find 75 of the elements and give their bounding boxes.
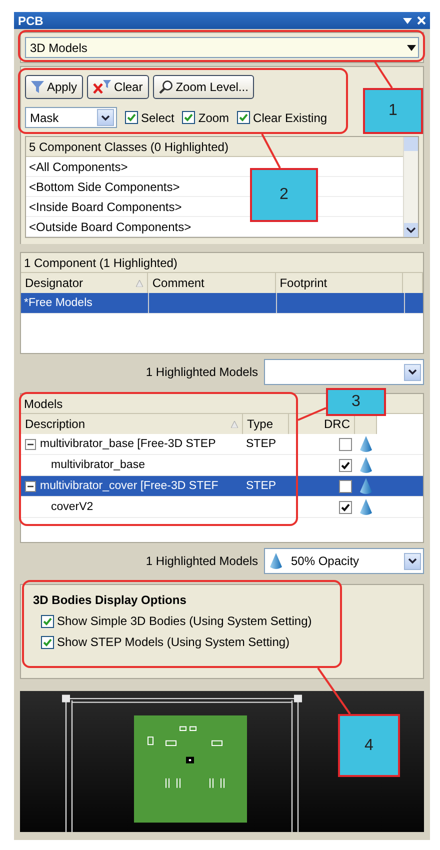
checkbox[interactable]	[41, 636, 54, 648]
close-icon[interactable]	[417, 16, 426, 25]
dropdown-button[interactable]	[404, 552, 421, 570]
mode-dropdown[interactable]: 3D Models	[25, 37, 419, 58]
column-header[interactable]: Footprint	[276, 273, 404, 293]
table-title: 1 Component (1 Highlighted)	[21, 253, 423, 273]
checkbox-label: Show Simple 3D Bodies (Using System Setting)	[57, 614, 312, 628]
dropdown-arrow-icon[interactable]	[403, 18, 412, 24]
table-cell: *Free Models	[21, 293, 149, 313]
leader-line	[316, 666, 352, 716]
cone-icon	[269, 552, 283, 570]
toolbar-button[interactable]: Apply	[25, 75, 84, 99]
model-description: coverV2	[51, 501, 94, 513]
column-header[interactable]: Comment	[148, 273, 276, 293]
model-type: STEP	[246, 480, 276, 492]
collapse-icon[interactable]	[25, 480, 36, 492]
dropdown-button[interactable]	[404, 364, 421, 380]
highlight-mode-dropdown[interactable]: 50% Opacity	[264, 548, 424, 574]
column-header[interactable]: Type	[243, 414, 289, 434]
column-header[interactable]: Description	[21, 414, 243, 434]
mask-dropdown[interactable]: Mask	[25, 107, 117, 128]
checkbox[interactable]	[182, 111, 196, 124]
checkbox[interactable]	[339, 458, 352, 472]
checkbox[interactable]	[339, 500, 352, 514]
model-description: multivibrator_cover [Free-3D STEF	[40, 480, 218, 492]
checkbox[interactable]	[339, 438, 352, 450]
tree-row[interactable]: multivibrator_cover [Free-3D STEF STEP	[21, 476, 423, 497]
cone-icon	[359, 498, 373, 516]
toolbar-button[interactable]: Zoom Level...	[152, 75, 254, 99]
highlighted-models-label: 1 Highlighted Models	[146, 554, 258, 568]
tree-row[interactable]: coverV2	[21, 497, 423, 518]
leader-line	[260, 132, 282, 170]
checkbox[interactable]	[237, 111, 250, 124]
cone-icon	[359, 478, 373, 494]
table-row[interactable]: *Free Models	[21, 293, 423, 314]
column-header[interactable]: Designator	[21, 273, 148, 293]
model-type: STEP	[246, 438, 276, 450]
panel-title: PCB	[18, 14, 44, 28]
callout-label: 2	[250, 168, 318, 222]
callout-label: 4	[338, 714, 400, 777]
chevron-down-icon	[408, 558, 417, 564]
collapse-icon[interactable]	[25, 438, 36, 450]
sort-icon	[136, 280, 144, 286]
magnifier-icon	[158, 80, 173, 94]
tree-row[interactable]: multivibrator_base [Free-3D STEP STEP	[21, 434, 423, 455]
clear-filter-icon	[93, 80, 112, 94]
checkbox[interactable]	[41, 614, 54, 628]
model-description: multivibrator_base	[51, 459, 145, 471]
checkbox-label: Select	[141, 110, 174, 124]
checkbox[interactable]	[125, 111, 138, 124]
filter-icon	[31, 81, 44, 93]
cone-icon	[359, 436, 373, 452]
checkbox-label: Zoom	[198, 110, 230, 124]
options-title: 3D Bodies Display Options	[33, 593, 188, 607]
chevron-down-icon	[408, 369, 417, 375]
column-header[interactable]: DRC	[289, 414, 355, 434]
chevron-down-icon	[101, 114, 110, 120]
highlighted-models-label: 1 Highlighted Models	[146, 365, 258, 379]
leader-line	[373, 60, 394, 90]
cone-icon	[359, 456, 373, 474]
dropdown-arrow-icon	[407, 44, 416, 50]
callout-label: 1	[363, 88, 423, 134]
table-title: Models	[24, 396, 63, 410]
checkbox-label: Clear Existing	[253, 110, 328, 124]
scrollbar[interactable]	[403, 137, 418, 237]
toolbar-button[interactable]: Clear	[87, 75, 149, 99]
model-description: multivibrator_base [Free-3D STEP	[40, 438, 216, 450]
sort-icon	[231, 420, 238, 428]
list-header: 5 Component Classes (0 Highlighted)	[26, 137, 403, 157]
dropdown-button[interactable]	[97, 109, 114, 126]
scroll-down-icon[interactable]	[404, 223, 418, 237]
callout-label: 3	[326, 388, 386, 416]
checkbox-label: Show STEP Models (Using System Setting)	[57, 635, 290, 649]
tree-row[interactable]: multivibrator_base	[21, 455, 423, 476]
checkbox[interactable]	[339, 480, 352, 492]
